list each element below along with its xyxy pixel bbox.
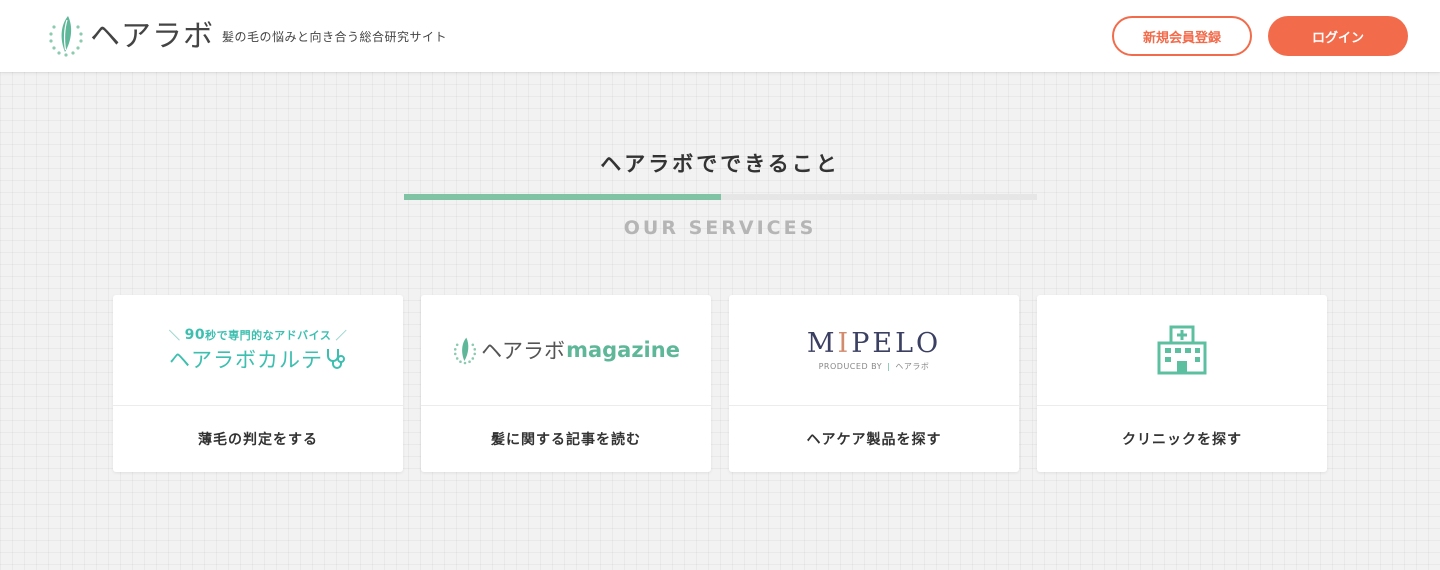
mipelo-logo: MIPELO PRODUCED BY ❘ ヘアラボ: [807, 328, 941, 372]
mipelo-brand: ヘアラボ: [895, 362, 930, 371]
magazine-logo-ja: ヘアラボ: [481, 339, 566, 363]
hair-leaf-icon: [49, 16, 83, 57]
logo-text: ヘアラボ: [90, 19, 214, 54]
card-label: クリニックを探す: [1122, 432, 1242, 448]
karte-logo-main: ヘアラボカルテ: [169, 344, 347, 374]
card-logo-area: ヘアラボ magazine: [421, 295, 711, 406]
card-label: 薄毛の判定をする: [198, 432, 318, 448]
card-logo-area: [1037, 295, 1327, 406]
hair-leaf-icon: [454, 337, 477, 365]
site-logo[interactable]: ヘアラボ: [46, 10, 214, 60]
magazine-logo: ヘアラボ magazine: [452, 335, 680, 365]
title-progress-fill: [404, 194, 721, 200]
section-title: ヘアラボでできること: [600, 152, 840, 176]
card-logo-area: ＼ 90秒で専門的なアドバイス ／ ヘアラボカルテ: [113, 295, 403, 406]
mipelo-produced-by: PRODUCED BY: [818, 362, 883, 371]
login-button[interactable]: ログイン: [1268, 16, 1408, 56]
card-logo-area: MIPELO PRODUCED BY ❘ ヘアラボ: [729, 295, 1019, 406]
site-header: ヘアラボ 髪の毛の悩みと向き合う総合研究サイト 新規会員登録 ログイン: [0, 0, 1440, 72]
service-card-karte[interactable]: ＼ 90秒で専門的なアドバイス ／ ヘアラボカルテ 薄毛の判定をする: [113, 295, 403, 472]
mipelo-logo-text: MIPELO: [807, 328, 941, 359]
mipelo-logo-i: I: [837, 328, 852, 359]
karte-logo-seconds: 90: [184, 326, 206, 343]
mipelo-logo-sub: PRODUCED BY ❘ ヘアラボ: [807, 361, 941, 372]
service-card-magazine[interactable]: ヘアラボ magazine 髪に関する記事を読む: [421, 295, 711, 472]
service-card-mipelo[interactable]: MIPELO PRODUCED BY ❘ ヘアラボ ヘアケア製品を探す: [729, 295, 1019, 472]
mipelo-logo-pelo: PELO: [851, 328, 942, 359]
card-label: ヘアケア製品を探す: [806, 432, 942, 448]
section-subtitle: OUR SERVICES: [623, 217, 817, 239]
small-leaf-icon: ❘: [885, 362, 893, 371]
site-tagline: 髪の毛の悩みと向き合う総合研究サイト: [222, 30, 448, 44]
service-card-clinic[interactable]: クリニックを探す: [1037, 295, 1327, 472]
karte-logo-subtext: 秒で専門的なアドバイス: [205, 328, 332, 342]
card-label: 髪に関する記事を読む: [491, 432, 641, 448]
magazine-logo-en: magazine: [566, 338, 680, 362]
karte-logo-subtitle: ＼ 90秒で専門的なアドバイス ／: [168, 326, 348, 343]
karte-logo: ＼ 90秒で専門的なアドバイス ／ ヘアラボカルテ: [169, 327, 347, 374]
hospital-icon: [1157, 325, 1207, 375]
register-button[interactable]: 新規会員登録: [1112, 16, 1252, 56]
stethoscope-icon: [327, 348, 345, 369]
karte-logo-text: ヘアラボカルテ: [169, 347, 323, 372]
mipelo-logo-m: M: [806, 328, 838, 359]
title-progress-bar: [404, 194, 1037, 200]
